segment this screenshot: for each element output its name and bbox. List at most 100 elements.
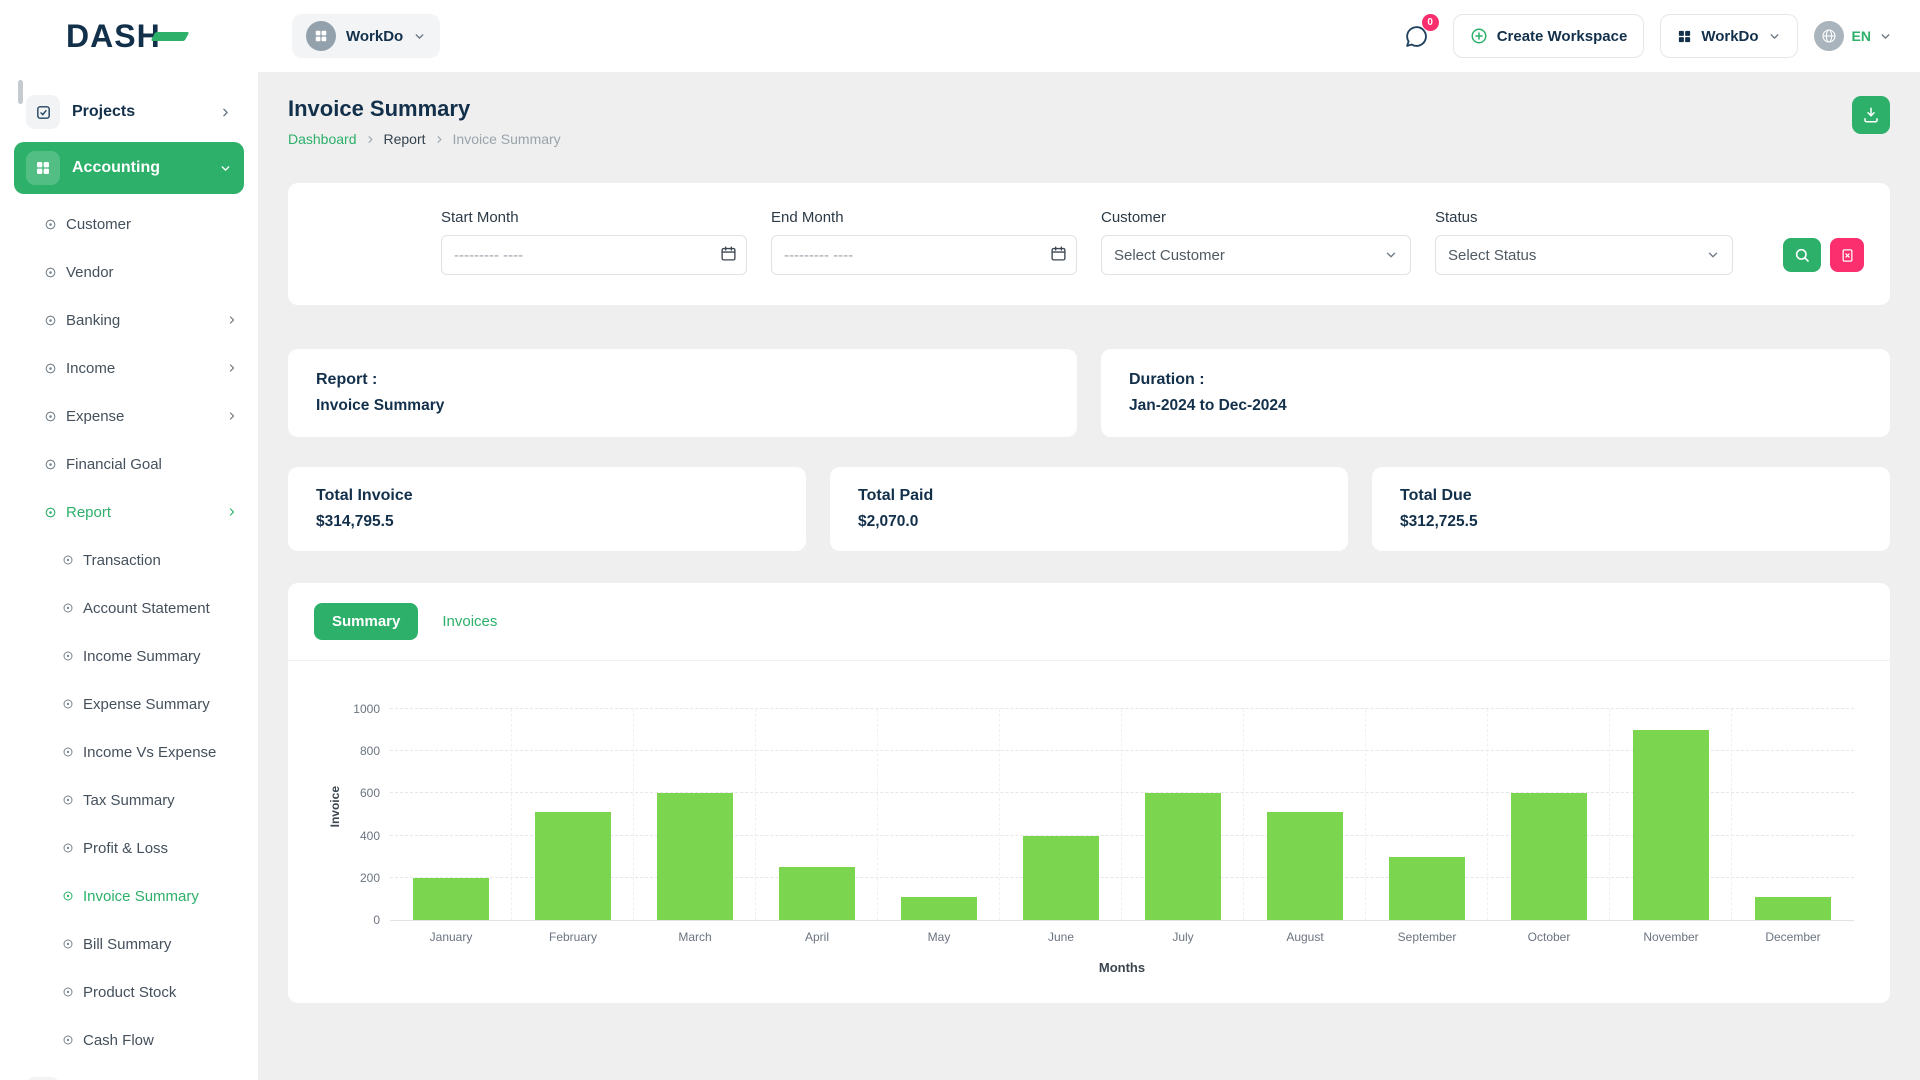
customer-select-value: Select Customer — [1114, 247, 1225, 264]
invoice-chart: Invoice 02004006008001000 JanuaryFebruar… — [288, 661, 1890, 1003]
circle-dot-icon — [62, 794, 74, 806]
bar-march[interactable] — [657, 793, 733, 920]
start-month-field: Start Month — [441, 209, 747, 275]
report-card-label: Report : — [316, 371, 1049, 389]
bar-january[interactable] — [413, 878, 489, 920]
sidebar-item-accounting[interactable]: Accounting — [14, 142, 244, 194]
x-tick-label: May — [878, 930, 1000, 944]
app-logo[interactable]: DASH — [66, 18, 161, 55]
app-window: DASH WorkDo 0 Create Workspace — [0, 0, 1920, 1080]
bar-slot — [756, 709, 878, 920]
y-tick-label: 600 — [342, 786, 380, 800]
end-month-input[interactable] — [771, 235, 1077, 275]
y-tick-label: 0 — [342, 913, 380, 927]
create-workspace-label: Create Workspace — [1497, 28, 1628, 45]
sidebar-item-banking[interactable]: Banking — [0, 296, 258, 344]
bar-november[interactable] — [1633, 730, 1709, 920]
chevron-down-icon — [1706, 248, 1720, 262]
tab-summary[interactable]: Summary — [314, 603, 418, 640]
sidebar-item-invoice-summary[interactable]: Invoice Summary — [0, 872, 258, 920]
sidebar-item-expense[interactable]: Expense — [0, 392, 258, 440]
stat-label: Total Paid — [858, 487, 1320, 505]
sidebar-item-tax-summary[interactable]: Tax Summary — [0, 776, 258, 824]
breadcrumb-report[interactable]: Report — [384, 131, 426, 147]
sidebar-item-label: Profit & Loss — [83, 840, 168, 857]
bar-slot — [878, 709, 1000, 920]
sidebar-item-transaction[interactable]: Transaction — [0, 536, 258, 584]
status-field: Status Select Status — [1435, 209, 1733, 275]
y-tick-label: 800 — [342, 744, 380, 758]
messages-button[interactable]: 0 — [1397, 16, 1437, 56]
stats-row: Total Invoice $314,795.5 Total Paid $2,0… — [288, 467, 1890, 551]
language-selector[interactable]: EN — [1814, 21, 1892, 51]
sidebar-item-report[interactable]: Report — [0, 488, 258, 536]
stat-value: $2,070.0 — [858, 513, 1320, 531]
main-content: Invoice Summary Dashboard Report Invoice… — [258, 72, 1920, 1080]
sidebar-item-profit-loss[interactable]: Profit & Loss — [0, 824, 258, 872]
sidebar-item-income-vs-expense[interactable]: Income Vs Expense — [0, 728, 258, 776]
tab-invoices[interactable]: Invoices — [432, 603, 507, 640]
language-label: EN — [1852, 28, 1871, 44]
status-select[interactable]: Select Status — [1435, 235, 1733, 275]
sidebar-item-financial-goal[interactable]: Financial Goal — [0, 440, 258, 488]
bar-may[interactable] — [901, 897, 977, 920]
bar-april[interactable] — [779, 867, 855, 920]
chart-plot: 02004006008001000 — [390, 709, 1854, 921]
create-workspace-button[interactable]: Create Workspace — [1453, 14, 1645, 58]
workspace-menu-label: WorkDo — [1701, 28, 1758, 45]
x-tick-label: January — [390, 930, 512, 944]
workspace-name: WorkDo — [346, 28, 403, 45]
bar-october[interactable] — [1511, 793, 1587, 920]
sidebar-item-customer[interactable]: Customer — [0, 200, 258, 248]
y-tick-label: 1000 — [342, 702, 380, 716]
duration-card: Duration : Jan-2024 to Dec-2024 — [1101, 349, 1890, 437]
bar-september[interactable] — [1389, 857, 1465, 920]
breadcrumb-dashboard[interactable]: Dashboard — [288, 131, 357, 147]
bar-july[interactable] — [1145, 793, 1221, 920]
sidebar-item-bill-summary[interactable]: Bill Summary — [0, 920, 258, 968]
sidebar-item-vendor[interactable]: Vendor — [0, 248, 258, 296]
bar-august[interactable] — [1267, 812, 1343, 920]
stat-label: Total Invoice — [316, 487, 778, 505]
chevron-down-icon — [219, 162, 232, 175]
sidebar-item-cash-flow[interactable]: Cash Flow — [0, 1016, 258, 1064]
sidebar-item-projects[interactable]: Projects — [14, 86, 244, 138]
bar-december[interactable] — [1755, 897, 1831, 920]
search-icon — [1794, 247, 1810, 263]
download-button[interactable] — [1852, 96, 1890, 134]
bar-slot — [1610, 709, 1732, 920]
breadcrumb-current: Invoice Summary — [453, 131, 561, 147]
page-header: Invoice Summary Dashboard Report Invoice… — [288, 96, 1890, 147]
sidebar-item-label: Tax Summary — [83, 792, 175, 809]
bar-february[interactable] — [535, 812, 611, 920]
sidebar-scrollbar-thumb[interactable] — [18, 80, 23, 104]
bar-june[interactable] — [1023, 836, 1099, 920]
workspace-selector[interactable]: WorkDo — [292, 14, 440, 58]
sidebar-item-hrm[interactable]: HRM — [14, 1068, 244, 1080]
x-tick-label: June — [1000, 930, 1122, 944]
customer-select[interactable]: Select Customer — [1101, 235, 1411, 275]
circle-dot-icon — [44, 266, 57, 279]
sidebar-item-income-summary[interactable]: Income Summary — [0, 632, 258, 680]
sidebar-item-expense-summary[interactable]: Expense Summary — [0, 680, 258, 728]
workspace-menu-button[interactable]: WorkDo — [1660, 14, 1797, 58]
sidebar-item-account-statement[interactable]: Account Statement — [0, 584, 258, 632]
bar-slot — [1488, 709, 1610, 920]
circle-dot-icon — [44, 314, 57, 327]
sidebar-item-income[interactable]: Income — [0, 344, 258, 392]
sidebar-item-label: Income Summary — [83, 648, 201, 665]
y-tick-label: 200 — [342, 871, 380, 885]
stat-label: Total Due — [1400, 487, 1862, 505]
x-tick-label: August — [1244, 930, 1366, 944]
apply-filter-button[interactable] — [1783, 238, 1821, 272]
circle-dot-icon — [62, 746, 74, 758]
chart-card: Summary Invoices Invoice 020040060080010… — [288, 583, 1890, 1003]
reset-filter-button[interactable] — [1830, 238, 1864, 272]
circle-dot-icon — [44, 218, 57, 231]
total-paid-card: Total Paid $2,070.0 — [830, 467, 1348, 551]
sidebar-item-label: Banking — [66, 312, 120, 329]
chevron-down-icon — [413, 30, 426, 43]
start-month-input[interactable] — [441, 235, 747, 275]
sidebar-item-product-stock[interactable]: Product Stock — [0, 968, 258, 1016]
circle-dot-icon — [62, 650, 74, 662]
